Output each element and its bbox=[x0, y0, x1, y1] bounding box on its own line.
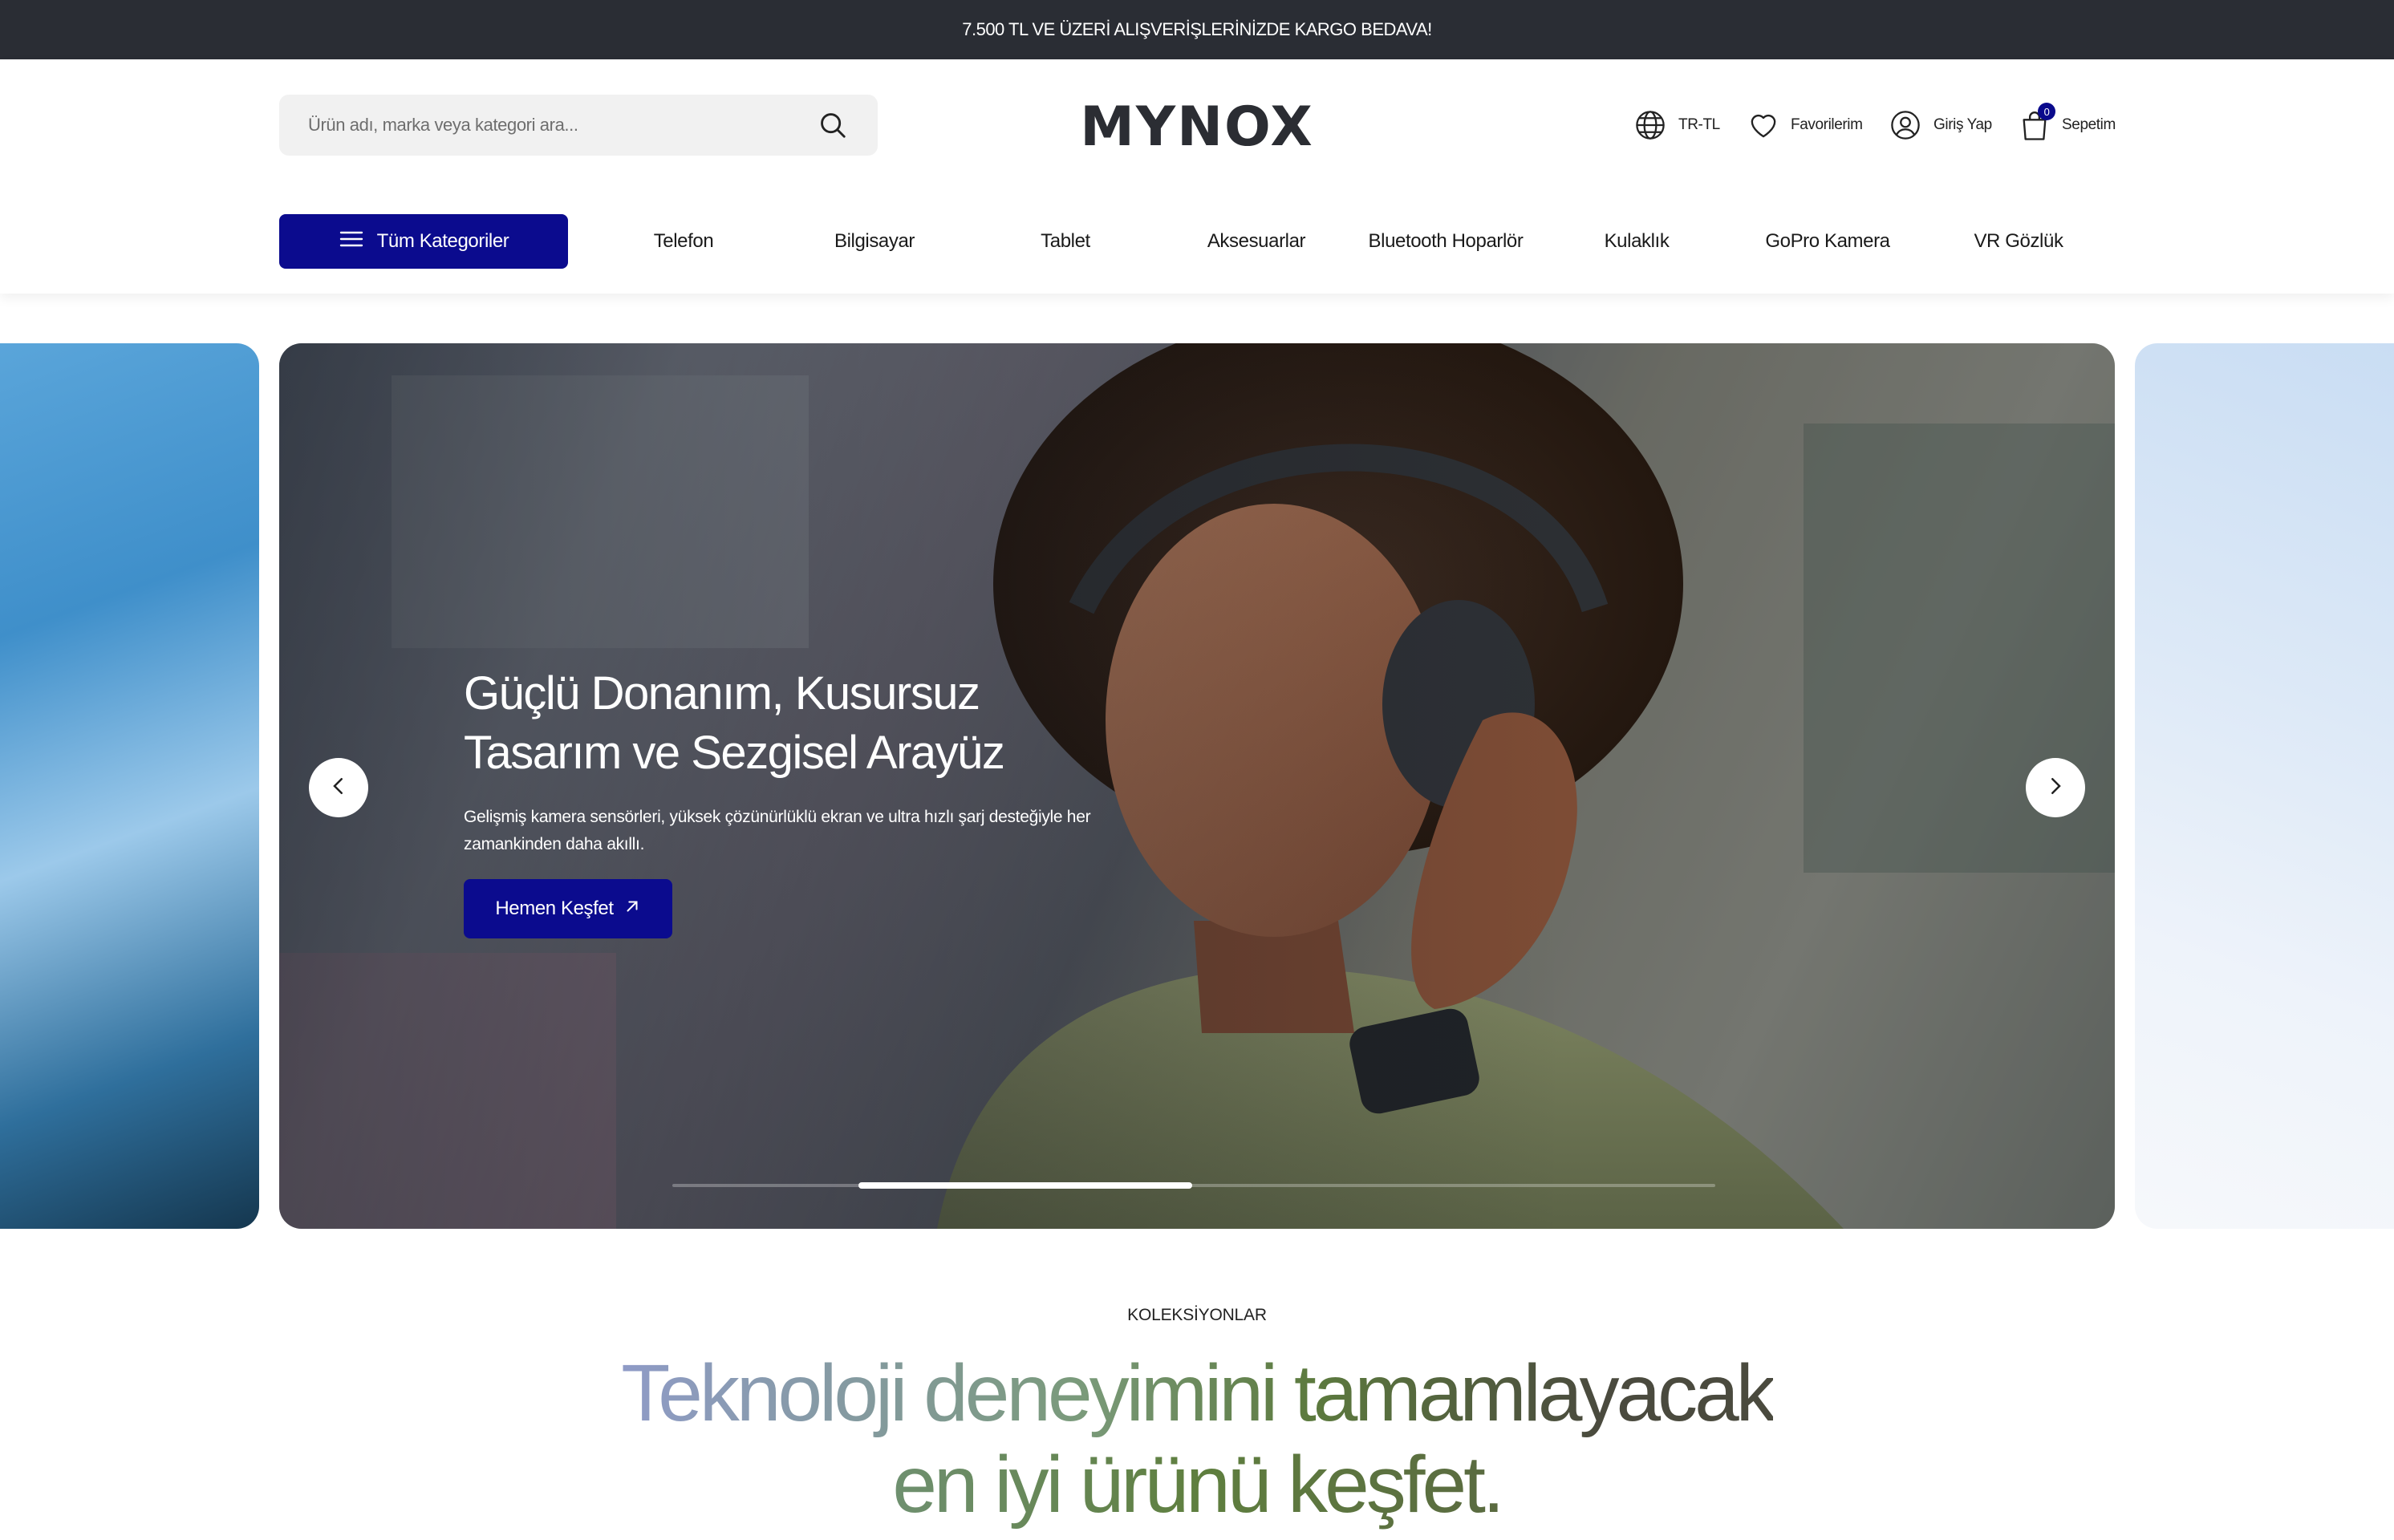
nav-item-gopro-kamera[interactable]: GoPro Kamera bbox=[1747, 214, 1908, 269]
carousel-prev-button[interactable] bbox=[309, 758, 368, 817]
search-placeholder: Ürün adı, marka veya kategori ara... bbox=[308, 115, 578, 135]
chevron-left-icon bbox=[327, 774, 351, 802]
favorites-link[interactable]: Favorilerim bbox=[1747, 99, 1863, 151]
nav-item-aksesuarlar[interactable]: Aksesuarlar bbox=[1176, 214, 1337, 269]
language-label: TR-TL bbox=[1678, 116, 1720, 133]
carousel-progress-indicator bbox=[858, 1182, 1192, 1189]
announcement-bar: 7.500 TL VE ÜZERİ ALIŞVERİŞLERİNİZDE KAR… bbox=[0, 0, 2394, 59]
nav-item-vr-gozluk[interactable]: VR Gözlük bbox=[1938, 214, 2099, 269]
hero-title-line-1: Güçlü Donanım, Kusursuz bbox=[464, 667, 980, 719]
hero-title-line-2: Tasarım ve Sezgisel Arayüz bbox=[464, 727, 1005, 779]
hero-cta-label: Hemen Keşfet bbox=[495, 898, 614, 919]
carousel-progress-track[interactable] bbox=[672, 1182, 1715, 1189]
cart-label: Sepetim bbox=[2062, 116, 2116, 133]
hero-subtitle: Gelişmiş kamera sensörleri, yüksek çözün… bbox=[464, 804, 1138, 858]
login-link[interactable]: Giriş Yap bbox=[1889, 99, 1992, 151]
nav-item-bluetooth-hoparlor[interactable]: Bluetooth Hoparlör bbox=[1349, 214, 1542, 269]
menu-icon bbox=[339, 229, 364, 254]
arrow-up-right-icon bbox=[623, 898, 641, 921]
hero-cta-button[interactable]: Hemen Keşfet bbox=[464, 879, 672, 938]
hero-subtitle-line-2: zamankinden daha akıllı. bbox=[464, 835, 645, 853]
cart-link[interactable]: 0 Sepetim bbox=[2019, 99, 2116, 151]
site-logo[interactable]: MYNOX bbox=[1080, 95, 1313, 159]
announcement-text: 7.500 TL VE ÜZERİ ALIŞVERİŞLERİNİZDE KAR… bbox=[962, 19, 1432, 39]
search-icon[interactable] bbox=[817, 109, 849, 141]
search-input[interactable]: Ürün adı, marka veya kategori ara... bbox=[279, 95, 878, 156]
carousel-next-button[interactable] bbox=[2026, 758, 2085, 817]
all-categories-label: Tüm Kategoriler bbox=[376, 230, 509, 252]
chevron-right-icon bbox=[2043, 774, 2067, 802]
favorites-label: Favorilerim bbox=[1791, 116, 1863, 133]
nav-item-kulaklik[interactable]: Kulaklık bbox=[1556, 214, 1717, 269]
collections-headline-line-2: en iyi ürünü keşfet. bbox=[892, 1440, 1504, 1530]
heart-icon bbox=[1747, 109, 1779, 141]
hero-subtitle-line-1: Gelişmiş kamera sensörleri, yüksek çözün… bbox=[464, 808, 1091, 826]
login-label: Giriş Yap bbox=[1933, 116, 1992, 133]
hero-slide: Güçlü Donanım, Kusursuz Tasarım ve Sezgi… bbox=[279, 343, 2115, 1229]
user-icon bbox=[1889, 108, 1922, 142]
cart-button[interactable]: 0 bbox=[2019, 103, 2055, 143]
collections-headline: Teknoloji deneyimini tamamlayacak en iyi… bbox=[0, 1348, 2394, 1530]
site-header: Ürün adı, marka veya kategori ara... MYN… bbox=[0, 59, 2394, 294]
hero-title: Güçlü Donanım, Kusursuz Tasarım ve Sezgi… bbox=[464, 664, 1186, 783]
collections-eyebrow: KOLEKSİYONLAR bbox=[1127, 1306, 1267, 1324]
globe-icon bbox=[1633, 108, 1667, 142]
next-slide-preview[interactable] bbox=[2135, 343, 2394, 1229]
nav-item-telefon[interactable]: Telefon bbox=[603, 214, 764, 269]
previous-slide-preview[interactable] bbox=[0, 343, 259, 1229]
all-categories-button[interactable]: Tüm Kategoriler bbox=[279, 214, 568, 269]
hero-overlay bbox=[279, 343, 2115, 1229]
language-selector[interactable]: TR-TL bbox=[1633, 99, 1720, 151]
collections-headline-line-1: Teknoloji deneyimini tamamlayacak bbox=[621, 1348, 1775, 1438]
cart-count-badge: 0 bbox=[2038, 103, 2055, 120]
nav-item-bilgisayar[interactable]: Bilgisayar bbox=[794, 214, 955, 269]
nav-item-tablet[interactable]: Tablet bbox=[985, 214, 1146, 269]
